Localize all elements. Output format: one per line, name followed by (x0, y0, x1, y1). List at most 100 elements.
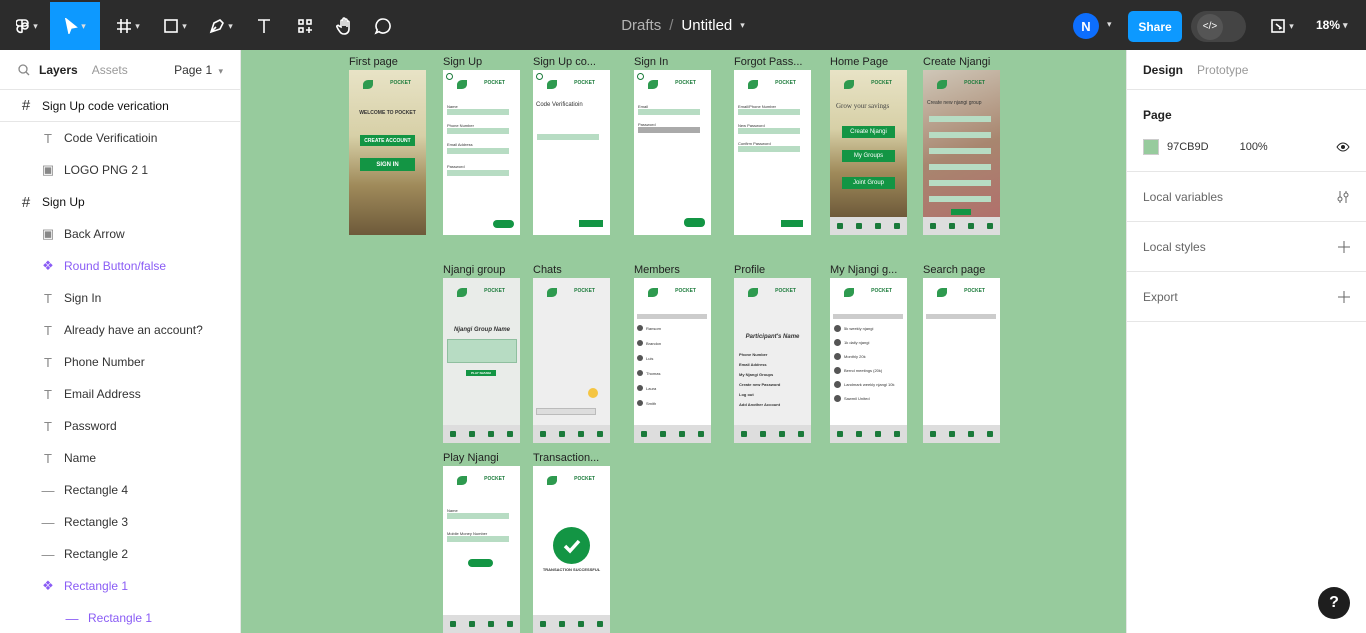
layer-item[interactable]: # Sign Up (0, 186, 240, 218)
frame-sign-in[interactable]: POCKET Email Password (634, 70, 711, 235)
group-row[interactable]: 1k daily njangi (844, 340, 869, 345)
frame-home-page[interactable]: POCKET Grow your savings Create Njangi M… (830, 70, 907, 235)
update-button[interactable] (781, 220, 803, 227)
frame-label[interactable]: Search page (923, 264, 1007, 276)
sliders-icon[interactable] (1336, 190, 1350, 204)
frame-chats[interactable]: POCKET (533, 278, 610, 443)
frame-first-page[interactable]: POCKET WELCOME TO POCKET CREATE ACCOUNT … (349, 70, 426, 235)
page-color-swatch[interactable] (1143, 139, 1159, 155)
frame-label[interactable]: Chats (533, 264, 617, 276)
join-group-button[interactable]: Joint Group (842, 177, 895, 189)
forgot-email-field[interactable] (738, 109, 800, 115)
phone-field[interactable] (447, 128, 509, 134)
layer-item[interactable]: ❖ Round Button/false (0, 250, 240, 282)
avatar-chevron-icon[interactable]: ▾ (1107, 19, 1112, 30)
frame-label[interactable]: Play Njangi (443, 452, 527, 464)
frame-label[interactable]: Forgot Pass... (734, 56, 818, 68)
frame-label[interactable]: Njangi group (443, 264, 527, 276)
signin-email-field[interactable] (638, 109, 700, 115)
confirm-password-field[interactable] (738, 146, 800, 152)
tab-prototype[interactable]: Prototype (1197, 63, 1248, 77)
layer-item[interactable]: — Rectangle 1 (0, 602, 240, 633)
layer-item[interactable]: T Password (0, 410, 240, 442)
canvas[interactable]: First page Sign Up Sign Up co... Sign In For… (241, 50, 1126, 633)
frame-njangi-group[interactable]: POCKET Njangi Group Name PLAY NJANGI (443, 278, 520, 443)
layer-item[interactable]: T Code Verificatioin (0, 122, 240, 154)
verify-button[interactable] (579, 220, 603, 227)
frame-my-njangi-groups[interactable]: POCKET 5k weekly njangi 1k daily njangi Mo… (830, 278, 907, 443)
shape-tool-button[interactable]: ▾ (155, 2, 195, 50)
page-opacity[interactable]: 100% (1240, 141, 1268, 153)
frame-label[interactable]: Transaction... (533, 452, 617, 464)
layer-item[interactable]: # Sign Up code verication (0, 90, 240, 122)
hand-tool-button[interactable] (330, 2, 360, 50)
layer-item[interactable]: — Rectangle 4 (0, 474, 240, 506)
frame-label[interactable]: First page (349, 56, 433, 68)
create-account-button[interactable]: CREATE ACCOUNT (360, 135, 415, 146)
group-row[interactable]: Monthly 20k (844, 354, 866, 359)
plus-icon[interactable] (1338, 240, 1350, 253)
profile-item[interactable]: My Njangi Groups (739, 372, 773, 377)
frame-label[interactable]: Sign Up co... (533, 56, 617, 68)
signin-submit-button[interactable] (684, 218, 705, 227)
group-row[interactable]: 5k weekly njangi (844, 326, 873, 331)
move-tool-button[interactable]: ▾ (50, 2, 100, 50)
frame-members[interactable]: POCKET Ransom Brandon Luis Thomas Laura Smith (634, 278, 711, 443)
member-row[interactable]: Laura (646, 386, 656, 391)
signin-password-field[interactable] (638, 127, 700, 133)
member-row[interactable]: Brandon (646, 341, 661, 346)
page-color-hex[interactable]: 97CB9D (1167, 141, 1209, 153)
group-row[interactable]: Sawmil United (844, 396, 870, 401)
share-button[interactable]: Share (1128, 11, 1182, 42)
layer-item[interactable]: — Rectangle 3 (0, 506, 240, 538)
frame-label[interactable]: Members (634, 264, 718, 276)
frame-profile[interactable]: POCKET Participant's Name Phone Number Em… (734, 278, 811, 443)
password-field[interactable] (447, 170, 509, 176)
member-row[interactable]: Smith (646, 401, 656, 406)
profile-item[interactable]: Email Address (739, 362, 767, 367)
frame-forgot-password[interactable]: POCKET Email/Phone Number New Password C… (734, 70, 811, 235)
profile-item[interactable]: Create new Password (739, 382, 780, 387)
frame-label[interactable]: My Njangi g... (830, 264, 914, 276)
back-arrow-icon[interactable] (446, 73, 453, 80)
layer-item[interactable]: T Email Address (0, 378, 240, 410)
frame-label[interactable]: Home Page (830, 56, 914, 68)
file-name[interactable]: Untitled (681, 17, 732, 34)
profile-item[interactable]: Log out (739, 392, 754, 397)
chevron-down-icon[interactable]: ▾ (740, 20, 745, 31)
frame-label[interactable]: Create Njangi (923, 56, 1007, 68)
text-tool-button[interactable] (250, 2, 278, 50)
member-row[interactable]: Ransom (646, 326, 661, 331)
code-field[interactable] (537, 134, 599, 140)
search-icon[interactable] (18, 63, 30, 76)
layer-item[interactable]: ▣ Back Arrow (0, 218, 240, 250)
member-row[interactable]: Luis (646, 356, 653, 361)
zoom-control[interactable]: 18% ▾ (1316, 0, 1348, 50)
comment-tool-button[interactable] (368, 2, 398, 50)
page-selector[interactable]: Page 1 ▾ (174, 63, 223, 77)
frame-label[interactable]: Sign Up (443, 56, 527, 68)
group-row[interactable]: Landmark weekly njangi 10k (844, 382, 894, 387)
tab-design[interactable]: Design (1143, 63, 1183, 77)
profile-item[interactable]: Phone Number (739, 352, 767, 357)
frame-label[interactable]: Profile (734, 264, 818, 276)
pen-tool-button[interactable]: ▾ (200, 2, 242, 50)
frame-label[interactable]: Sign In (634, 56, 718, 68)
frame-tool-button[interactable]: ▾ (108, 2, 148, 50)
member-row[interactable]: Thomas (646, 371, 660, 376)
group-row[interactable]: Bernd meetings (20k) (844, 368, 882, 373)
layer-item[interactable]: T Name (0, 442, 240, 474)
frame-play-njangi[interactable]: POCKET Name Mobile Money Number (443, 466, 520, 633)
new-password-field[interactable] (738, 128, 800, 134)
main-menu-button[interactable]: ▾ (8, 2, 46, 50)
user-avatar[interactable]: N (1073, 13, 1099, 39)
my-groups-button[interactable]: My Groups (842, 150, 895, 162)
name-field[interactable] (447, 109, 509, 115)
plus-icon[interactable] (1338, 290, 1350, 303)
round-button[interactable] (493, 220, 514, 228)
help-button[interactable]: ? (1318, 587, 1350, 619)
layer-item[interactable]: T Sign In (0, 282, 240, 314)
eye-icon[interactable] (1336, 142, 1350, 152)
tab-layers[interactable]: Layers (39, 63, 78, 77)
breadcrumb-drafts[interactable]: Drafts (621, 17, 661, 34)
